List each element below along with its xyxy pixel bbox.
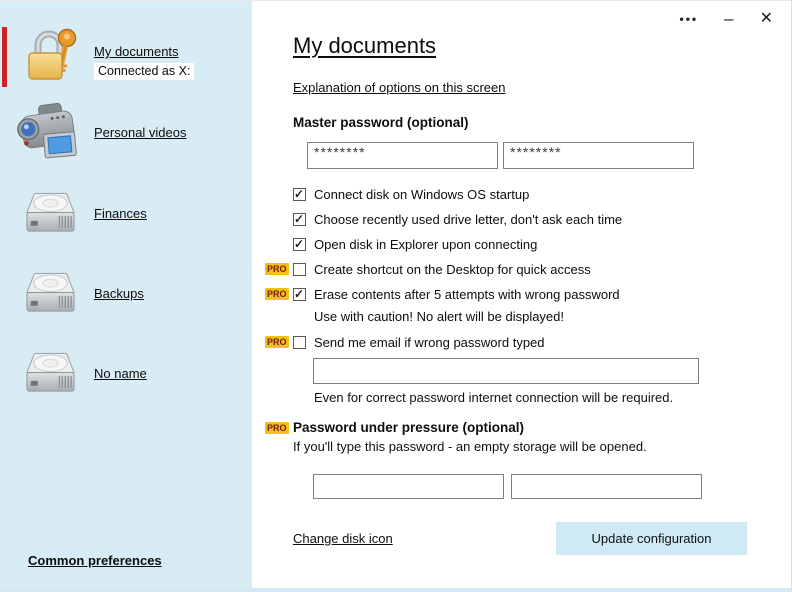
- close-icon[interactable]: ✕: [760, 9, 773, 29]
- explanation-link[interactable]: Explanation of options on this screen: [293, 80, 505, 95]
- email-connection-note: Even for correct password internet conne…: [314, 390, 791, 406]
- checkbox-recent-drive-letter[interactable]: [293, 213, 306, 226]
- pro-badge: PRO: [265, 263, 289, 275]
- checkbox-open-in-explorer[interactable]: [293, 238, 306, 251]
- pro-badge: PRO: [265, 336, 289, 348]
- page-title: My documents: [293, 33, 791, 59]
- window-bottom-edge: [0, 588, 791, 592]
- hdd-icon: [16, 190, 84, 236]
- sidebar-item-label[interactable]: Backups: [94, 286, 144, 301]
- hdd-icon: [16, 350, 84, 396]
- app-window: My documents Connected as X: Personal vi…: [0, 0, 792, 592]
- pressure-password-input[interactable]: [313, 474, 504, 499]
- hdd-icon: [16, 270, 84, 316]
- menu-icon[interactable]: •••: [680, 9, 699, 29]
- master-password-confirm-input[interactable]: [503, 142, 694, 169]
- sidebar-item-finances[interactable]: Finances: [16, 190, 147, 236]
- window-controls: ••• – ✕: [680, 9, 773, 29]
- sidebar-item-my-documents[interactable]: My documents Connected as X:: [16, 25, 194, 85]
- option-recent-drive-letter: Choose recently used drive letter, don't…: [293, 207, 791, 232]
- lock-icon: [16, 25, 84, 85]
- sidebar-item-label[interactable]: Personal videos: [94, 125, 187, 140]
- selected-item-indicator: [2, 27, 7, 87]
- checkbox-email-on-wrong-password[interactable]: [293, 336, 306, 349]
- change-disk-icon-link[interactable]: Change disk icon: [293, 531, 393, 546]
- checkbox-erase-contents[interactable]: [293, 288, 306, 301]
- sidebar-item-no-name[interactable]: No name: [16, 350, 147, 396]
- pro-badge: PRO: [265, 288, 289, 300]
- master-password-heading: Master password (optional): [293, 115, 791, 130]
- main-panel: ••• – ✕ My documents Explanation of opti…: [252, 1, 791, 592]
- password-under-pressure-heading: PRO Password under pressure (optional): [293, 420, 791, 435]
- pressure-explanation-note: If you'll type this password - an empty …: [293, 439, 791, 455]
- sidebar-item-label[interactable]: My documents: [94, 44, 179, 59]
- sidebar-item-label[interactable]: Finances: [94, 206, 147, 221]
- option-email-on-wrong-password: PRO Send me email if wrong password type…: [293, 330, 791, 355]
- sidebar-item-label[interactable]: No name: [94, 366, 147, 381]
- camcorder-icon: [16, 101, 84, 163]
- connected-status-badge: Connected as X:: [94, 63, 194, 80]
- pressure-password-row: [313, 474, 791, 499]
- pro-badge: PRO: [265, 422, 289, 434]
- option-open-in-explorer: Open disk in Explorer upon connecting: [293, 232, 791, 257]
- sidebar-item-personal-videos[interactable]: Personal videos: [16, 101, 187, 163]
- options-list: Connect disk on Windows OS startup Choos…: [293, 182, 791, 406]
- erase-caution-note: Use with caution! No alert will be displ…: [314, 308, 791, 326]
- email-field[interactable]: [313, 358, 699, 384]
- checkbox-connect-on-startup[interactable]: [293, 188, 306, 201]
- footer-bar: Change disk icon Update configuration: [293, 522, 747, 555]
- checkbox-desktop-shortcut[interactable]: [293, 263, 306, 276]
- pressure-password-confirm-input[interactable]: [511, 474, 702, 499]
- master-password-input[interactable]: [307, 142, 498, 169]
- option-desktop-shortcut: PRO Create shortcut on the Desktop for q…: [293, 257, 791, 282]
- sidebar: My documents Connected as X: Personal vi…: [0, 1, 252, 592]
- option-connect-on-startup: Connect disk on Windows OS startup: [293, 182, 791, 207]
- master-password-row: [307, 142, 791, 169]
- update-configuration-button[interactable]: Update configuration: [556, 522, 747, 555]
- minimize-icon[interactable]: –: [724, 9, 733, 29]
- common-preferences-link[interactable]: Common preferences: [28, 553, 162, 568]
- option-erase-contents: PRO Erase contents after 5 attempts with…: [293, 282, 791, 307]
- sidebar-item-backups[interactable]: Backups: [16, 270, 144, 316]
